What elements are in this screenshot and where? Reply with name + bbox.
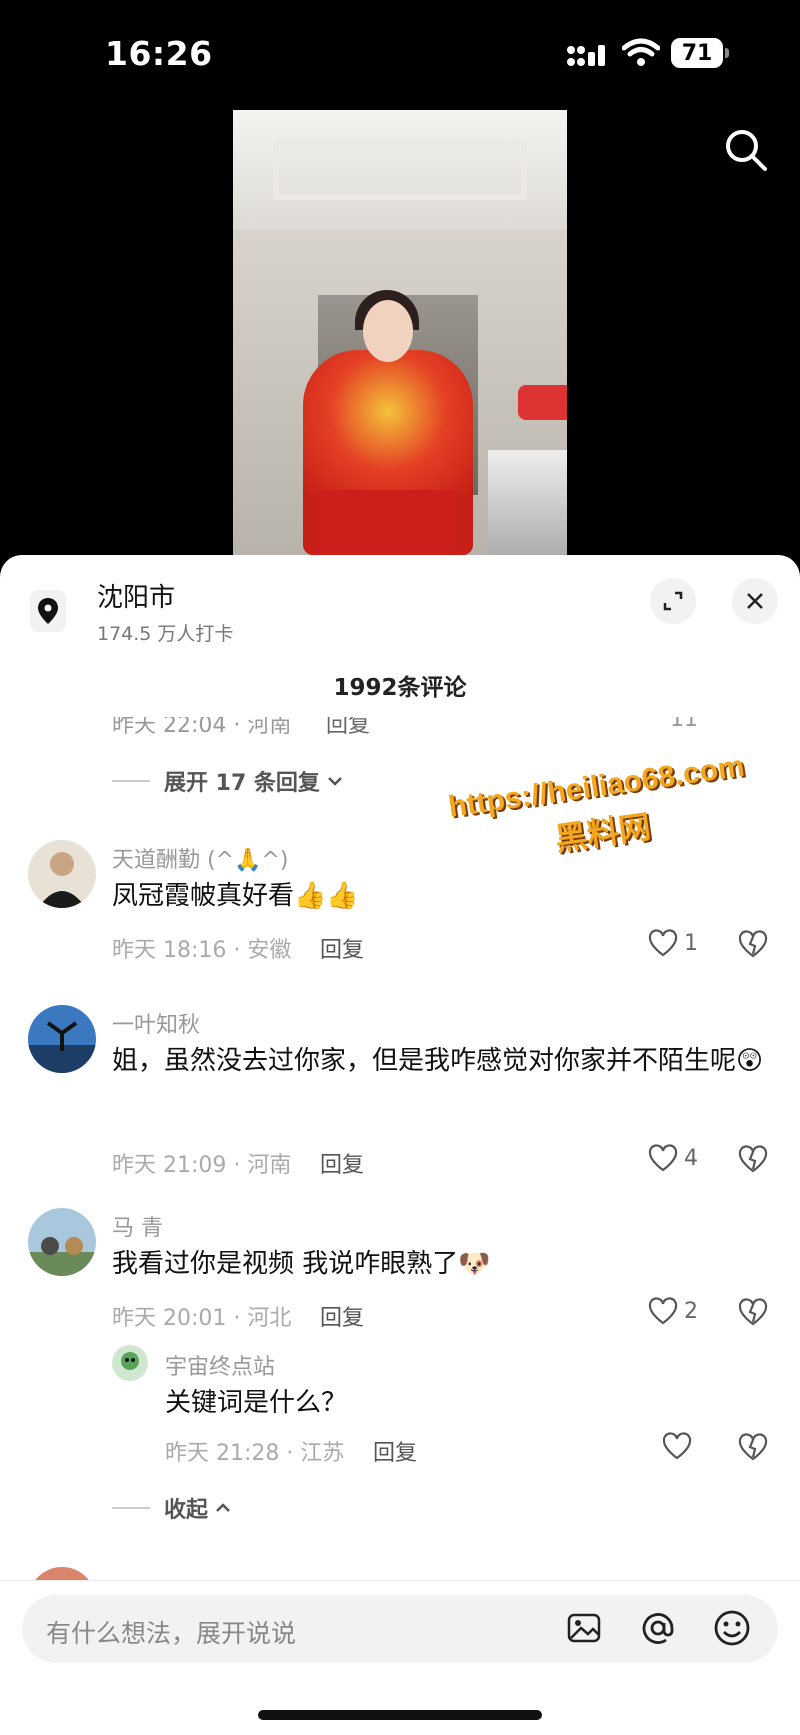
like-button[interactable]: 1 [648,929,698,957]
comment-input[interactable]: 有什么想法，展开说说 [22,1595,778,1663]
comment-username[interactable]: 一叶知秋 [112,1007,200,1039]
location-pin-icon [30,590,66,632]
image-icon [567,1613,601,1643]
search-icon[interactable] [722,126,770,174]
comment-username[interactable]: 天道酬勤 (^🙏^) [112,842,288,874]
close-button[interactable] [732,578,778,624]
expand-replies-button[interactable]: 展开 17 条回复 [112,765,344,797]
broken-heart-icon[interactable] [738,1144,768,1174]
comment-text: 姐，虽然没去过你家，但是我咋感觉对你家并不陌生呢😲 [112,1046,764,1076]
reply-button[interactable]: 回复 [373,1435,417,1467]
chevron-down-icon [328,777,342,786]
chevron-up-icon [216,1503,230,1512]
avatar[interactable] [112,1345,148,1381]
comments-count: 1992条评论 [333,675,467,701]
reply-button[interactable]: 回复 [320,932,364,964]
comment-username[interactable]: 马 青 [112,1210,163,1242]
reply-username[interactable]: 宇宙终点站 [165,1349,275,1381]
like-button[interactable] [662,1432,692,1460]
location-checkins: 174.5 万人打卡 [97,623,234,645]
emoji-button[interactable] [710,1606,754,1650]
status-bar: 16:26 71 [0,0,800,110]
comment-meta: 昨天 21:09 · 河南 [112,1153,292,1178]
heart-icon [648,1297,678,1325]
emoji-icon [714,1610,750,1646]
video-player[interactable] [233,110,567,555]
avatar[interactable] [28,840,96,908]
reply-meta: 昨天 21:28 · 江苏 [165,1441,345,1466]
comment-input-placeholder: 有什么想法，展开说说 [46,1619,297,1648]
reply-text: 关键词是什么？ [165,1388,348,1418]
mention-button[interactable] [636,1606,680,1650]
avatar[interactable] [28,1005,96,1073]
like-button[interactable]: 2 [648,1297,698,1325]
location-title[interactable]: 沈阳市 [97,577,175,614]
battery-indicator: 71 [671,38,729,68]
home-indicator[interactable] [258,1710,542,1720]
reply-button[interactable]: 回复 [320,1147,364,1179]
status-time: 16:26 [105,34,213,73]
comment-sheet: 沈阳市 174.5 万人打卡 1992条评论 昨天 22:04 · 河南 回复 … [0,555,800,1734]
cellular-signal-icon [567,45,605,66]
like-button[interactable]: 4 [648,1144,698,1172]
expand-button[interactable] [650,578,696,624]
heart-icon [662,1432,692,1460]
comment-meta: 昨天 18:16 · 安徽 [112,938,292,963]
wifi-icon [622,38,660,66]
comment-text: 凤冠霞帔真好看👍👍 [112,881,359,911]
collapse-replies-button[interactable]: 收起 [112,1492,232,1524]
heart-icon [648,1144,678,1172]
image-button[interactable] [562,1606,606,1650]
avatar[interactable] [28,1208,96,1276]
at-sign-icon [642,1613,674,1644]
broken-heart-icon[interactable] [738,1297,768,1327]
partial-comment-row: 昨天 22:04 · 河南 回复 11 [112,717,698,738]
expand-icon [663,591,683,611]
comment-meta: 昨天 20:01 · 河北 [112,1306,292,1331]
comment-text: 我看过你是视频 我说咋眼熟了🐶 [112,1249,491,1279]
close-icon [747,593,763,609]
broken-heart-icon[interactable] [738,929,768,959]
heart-icon [648,929,678,957]
reply-button[interactable]: 回复 [320,1300,364,1332]
broken-heart-icon[interactable] [738,1432,768,1462]
